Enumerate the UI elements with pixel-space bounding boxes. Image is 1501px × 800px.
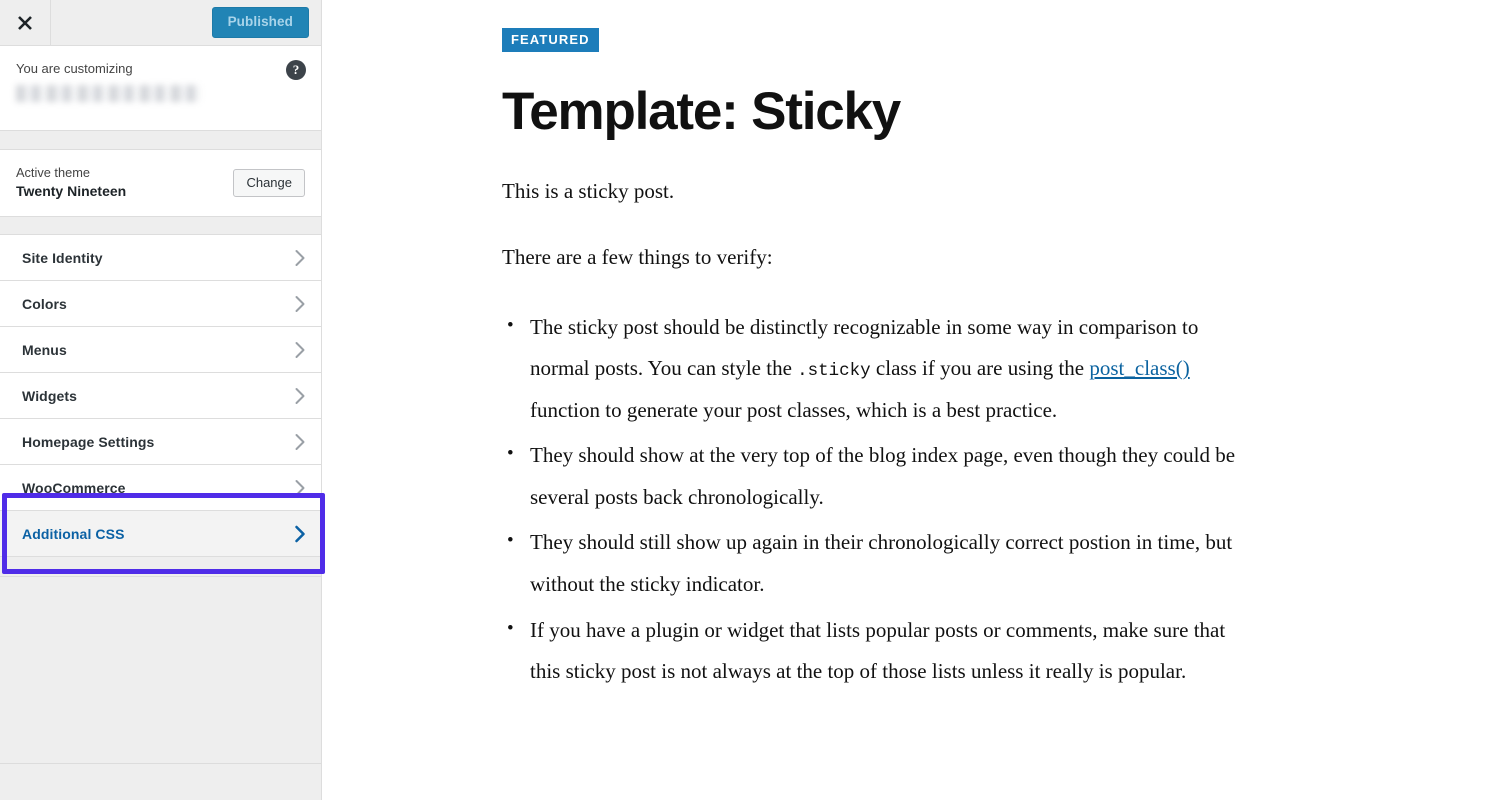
customizer-topbar: Published bbox=[0, 0, 321, 46]
list-item-text: If you have a plugin or widget that list… bbox=[530, 617, 1226, 684]
list-item-text: They should show at the very top of the … bbox=[530, 443, 1236, 509]
section-gap-2 bbox=[0, 217, 321, 236]
chevron-right-icon bbox=[294, 341, 306, 359]
list-item-text: They should still show up again in their… bbox=[530, 530, 1233, 596]
chevron-right-icon bbox=[294, 433, 306, 451]
inline-code: .sticky bbox=[797, 361, 871, 382]
site-preview-pane: FEATURED Template: Sticky This is a stic… bbox=[322, 0, 1501, 800]
sidebar-panel-woocommerce[interactable]: WooCommerce bbox=[0, 465, 321, 512]
sidebar-panel-label: Site Identity bbox=[22, 249, 103, 266]
sidebar-panel-homepage-settings[interactable]: Homepage Settings bbox=[0, 419, 321, 466]
site-name-redacted bbox=[16, 85, 201, 103]
publish-button[interactable]: Published bbox=[211, 7, 309, 38]
sidebar-panel-label: WooCommerce bbox=[22, 479, 126, 496]
list-item-text: class if you are using the bbox=[870, 356, 1090, 381]
sidebar-panel-label: Additional CSS bbox=[22, 525, 125, 542]
sidebar-panel-additional-css[interactable]: Additional CSS bbox=[0, 511, 321, 558]
post-title: Template: Sticky bbox=[502, 82, 901, 141]
post-paragraph: There are a few things to verify: bbox=[502, 245, 773, 270]
question-mark-icon[interactable]: ? bbox=[286, 60, 306, 80]
sidebar-panel-label: Widgets bbox=[22, 387, 78, 404]
close-customizer-button[interactable] bbox=[0, 0, 51, 45]
sidebar-footer bbox=[0, 764, 321, 778]
verify-list-item: They should still show up again in their… bbox=[502, 522, 1257, 605]
preview-content: FEATURED Template: Sticky This is a stic… bbox=[322, 0, 1262, 693]
sidebar-panel-label: Homepage Settings bbox=[22, 433, 155, 450]
change-theme-button[interactable]: Change bbox=[233, 168, 305, 197]
verify-list-item: They should show at the very top of the … bbox=[502, 435, 1257, 518]
sidebar-panel-label: Menus bbox=[22, 341, 67, 358]
chevron-right-icon bbox=[294, 479, 306, 497]
you-are-customizing-label: You are customizing bbox=[16, 61, 133, 76]
sidebar-panel-site-identity[interactable]: Site Identity bbox=[0, 235, 321, 282]
featured-badge: FEATURED bbox=[502, 28, 599, 52]
chevron-right-icon bbox=[294, 525, 306, 543]
verify-list-item: If you have a plugin or widget that list… bbox=[502, 610, 1257, 693]
customizer-sidebar: Published You are customizing ? Active t… bbox=[0, 0, 325, 800]
close-x-icon bbox=[16, 14, 34, 32]
sidebar-panel-label: Colors bbox=[22, 295, 67, 312]
post-class-link[interactable]: post_class() bbox=[1089, 356, 1189, 380]
post-body: This is a sticky post. There are a few t… bbox=[502, 176, 1262, 693]
post-paragraph: This is a sticky post. bbox=[502, 178, 675, 203]
customizer-screen: Published You are customizing ? Active t… bbox=[0, 0, 1501, 800]
section-gap bbox=[0, 131, 321, 150]
verify-list: The sticky post should be distinctly rec… bbox=[502, 307, 1262, 693]
panel-list-tail bbox=[0, 557, 321, 578]
active-theme-section: Active theme Twenty Nineteen Change bbox=[0, 150, 321, 218]
chevron-right-icon bbox=[294, 387, 306, 405]
customizing-info-block: You are customizing ? bbox=[0, 46, 321, 131]
active-theme-label: Active theme bbox=[16, 165, 90, 180]
sidebar-panel-colors[interactable]: Colors bbox=[0, 281, 321, 328]
active-theme-name: Twenty Nineteen bbox=[16, 183, 127, 200]
customizer-panel-list: Site Identity Colors Menus Widgets Homepage … bbox=[0, 235, 321, 558]
sidebar-panel-widgets[interactable]: Widgets bbox=[0, 373, 321, 420]
sidebar-filler bbox=[0, 577, 321, 764]
chevron-right-icon bbox=[294, 249, 306, 267]
sidebar-panel-menus[interactable]: Menus bbox=[0, 327, 321, 374]
verify-list-item: The sticky post should be distinctly rec… bbox=[502, 307, 1257, 432]
chevron-right-icon bbox=[294, 295, 306, 313]
active-theme-text: Active theme Twenty Nineteen bbox=[16, 164, 126, 201]
list-item-text: function to generate your post classes, … bbox=[530, 397, 1058, 422]
